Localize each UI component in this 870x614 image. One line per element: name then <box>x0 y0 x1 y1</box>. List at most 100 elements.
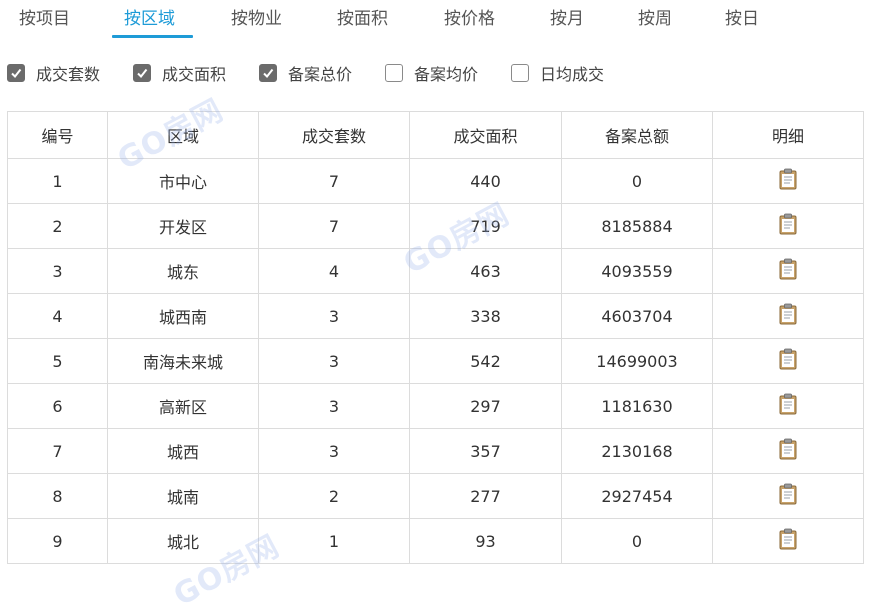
cell-detail <box>712 428 864 474</box>
cell-area: 城北 <box>107 518 259 564</box>
column-filters: 成交套数 成交面积 备案总价 备案均价 日均成交 <box>0 60 870 86</box>
cell-deal-size: 338 <box>409 293 562 339</box>
table-row: 2 开发区 7 719 8185884 <box>7 203 864 249</box>
cell-deal-size: 297 <box>409 383 562 429</box>
cell-deal-count: 3 <box>258 293 410 339</box>
cell-number: 4 <box>7 293 108 339</box>
cell-deal-count: 3 <box>258 338 410 384</box>
table-row: 5 南海未来城 3 542 14699003 <box>7 338 864 384</box>
header-number: 编号 <box>7 111 108 159</box>
cell-deal-count: 7 <box>258 158 410 204</box>
cell-detail <box>712 338 864 384</box>
header-detail: 明细 <box>712 111 864 159</box>
table-row: 1 市中心 7 440 0 <box>7 158 864 204</box>
filter-filing-avg[interactable]: 备案均价 <box>385 60 478 86</box>
checkbox-checked-icon[interactable] <box>259 64 277 82</box>
header-deal-size: 成交面积 <box>409 111 562 159</box>
clipboard-icon[interactable] <box>778 438 798 464</box>
tab-by-area[interactable]: 按区域 <box>124 6 175 32</box>
cell-area: 城西 <box>107 428 259 474</box>
clipboard-icon[interactable] <box>778 258 798 284</box>
cell-detail <box>712 293 864 339</box>
cell-deal-count: 4 <box>258 248 410 294</box>
header-area: 区域 <box>107 111 259 159</box>
clipboard-icon[interactable] <box>778 393 798 419</box>
cell-area: 城西南 <box>107 293 259 339</box>
table-row: 9 城北 1 93 0 <box>7 518 864 564</box>
cell-deal-count: 1 <box>258 518 410 564</box>
cell-deal-size: 719 <box>409 203 562 249</box>
header-filing-total: 备案总额 <box>561 111 713 159</box>
clipboard-icon[interactable] <box>778 528 798 554</box>
cell-deal-size: 93 <box>409 518 562 564</box>
clipboard-icon[interactable] <box>778 483 798 509</box>
filter-filing-total[interactable]: 备案总价 <box>259 60 352 86</box>
tab-by-week[interactable]: 按周 <box>638 6 672 32</box>
cell-deal-size: 277 <box>409 473 562 519</box>
cell-filing-total: 14699003 <box>561 338 713 384</box>
table-row: 3 城东 4 463 4093559 <box>7 248 864 294</box>
tab-bar: 按项目 按区域 按物业 按面积 按价格 按月 按周 按日 <box>0 0 870 40</box>
checkbox-unchecked-icon[interactable] <box>511 64 529 82</box>
area-stats-table: 编号 区域 成交套数 成交面积 备案总额 明细 1 市中心 7 440 0 2 开发区 7 71… <box>7 111 864 564</box>
cell-filing-total: 1181630 <box>561 383 713 429</box>
cell-number: 8 <box>7 473 108 519</box>
cell-area: 城东 <box>107 248 259 294</box>
cell-number: 3 <box>7 248 108 294</box>
filter-label: 备案均价 <box>414 65 479 84</box>
cell-area: 市中心 <box>107 158 259 204</box>
tab-by-size[interactable]: 按面积 <box>337 6 388 32</box>
tab-by-month[interactable]: 按月 <box>550 6 584 32</box>
cell-deal-size: 542 <box>409 338 562 384</box>
cell-detail <box>712 203 864 249</box>
table-body: 1 市中心 7 440 0 2 开发区 7 719 8185884 3 城东 4 463 4093559 4 城… <box>7 158 864 564</box>
cell-area: 城南 <box>107 473 259 519</box>
table-row: 7 城西 3 357 2130168 <box>7 428 864 474</box>
cell-deal-count: 2 <box>258 473 410 519</box>
clipboard-icon[interactable] <box>778 303 798 329</box>
checkbox-checked-icon[interactable] <box>7 64 25 82</box>
filter-label: 备案总价 <box>288 65 353 84</box>
cell-filing-total: 2927454 <box>561 473 713 519</box>
header-deal-count: 成交套数 <box>258 111 410 159</box>
cell-number: 2 <box>7 203 108 249</box>
filter-deal-count[interactable]: 成交套数 <box>7 60 100 86</box>
cell-number: 9 <box>7 518 108 564</box>
filter-daily-avg[interactable]: 日均成交 <box>511 60 604 86</box>
cell-deal-size: 463 <box>409 248 562 294</box>
cell-number: 1 <box>7 158 108 204</box>
cell-number: 5 <box>7 338 108 384</box>
tab-by-day[interactable]: 按日 <box>725 6 759 32</box>
filter-label: 日均成交 <box>540 65 605 84</box>
cell-filing-total: 0 <box>561 518 713 564</box>
cell-filing-total: 4093559 <box>561 248 713 294</box>
checkbox-checked-icon[interactable] <box>133 64 151 82</box>
table-row: 8 城南 2 277 2927454 <box>7 473 864 519</box>
table-row: 4 城西南 3 338 4603704 <box>7 293 864 339</box>
filter-deal-area[interactable]: 成交面积 <box>133 60 226 86</box>
active-tab-indicator <box>112 35 193 38</box>
clipboard-icon[interactable] <box>778 213 798 239</box>
cell-area: 开发区 <box>107 203 259 249</box>
cell-deal-count: 7 <box>258 203 410 249</box>
cell-filing-total: 4603704 <box>561 293 713 339</box>
cell-filing-total: 0 <box>561 158 713 204</box>
cell-deal-size: 440 <box>409 158 562 204</box>
cell-number: 7 <box>7 428 108 474</box>
cell-area: 高新区 <box>107 383 259 429</box>
clipboard-icon[interactable] <box>778 168 798 194</box>
cell-number: 6 <box>7 383 108 429</box>
cell-deal-size: 357 <box>409 428 562 474</box>
cell-filing-total: 8185884 <box>561 203 713 249</box>
cell-detail <box>712 158 864 204</box>
cell-deal-count: 3 <box>258 383 410 429</box>
table-header-row: 编号 区域 成交套数 成交面积 备案总额 明细 <box>7 111 864 159</box>
cell-detail <box>712 473 864 519</box>
tab-by-project[interactable]: 按项目 <box>19 6 70 32</box>
cell-filing-total: 2130168 <box>561 428 713 474</box>
checkbox-unchecked-icon[interactable] <box>385 64 403 82</box>
clipboard-icon[interactable] <box>778 348 798 374</box>
cell-detail <box>712 248 864 294</box>
tab-by-price[interactable]: 按价格 <box>444 6 495 32</box>
tab-by-property[interactable]: 按物业 <box>231 6 282 32</box>
